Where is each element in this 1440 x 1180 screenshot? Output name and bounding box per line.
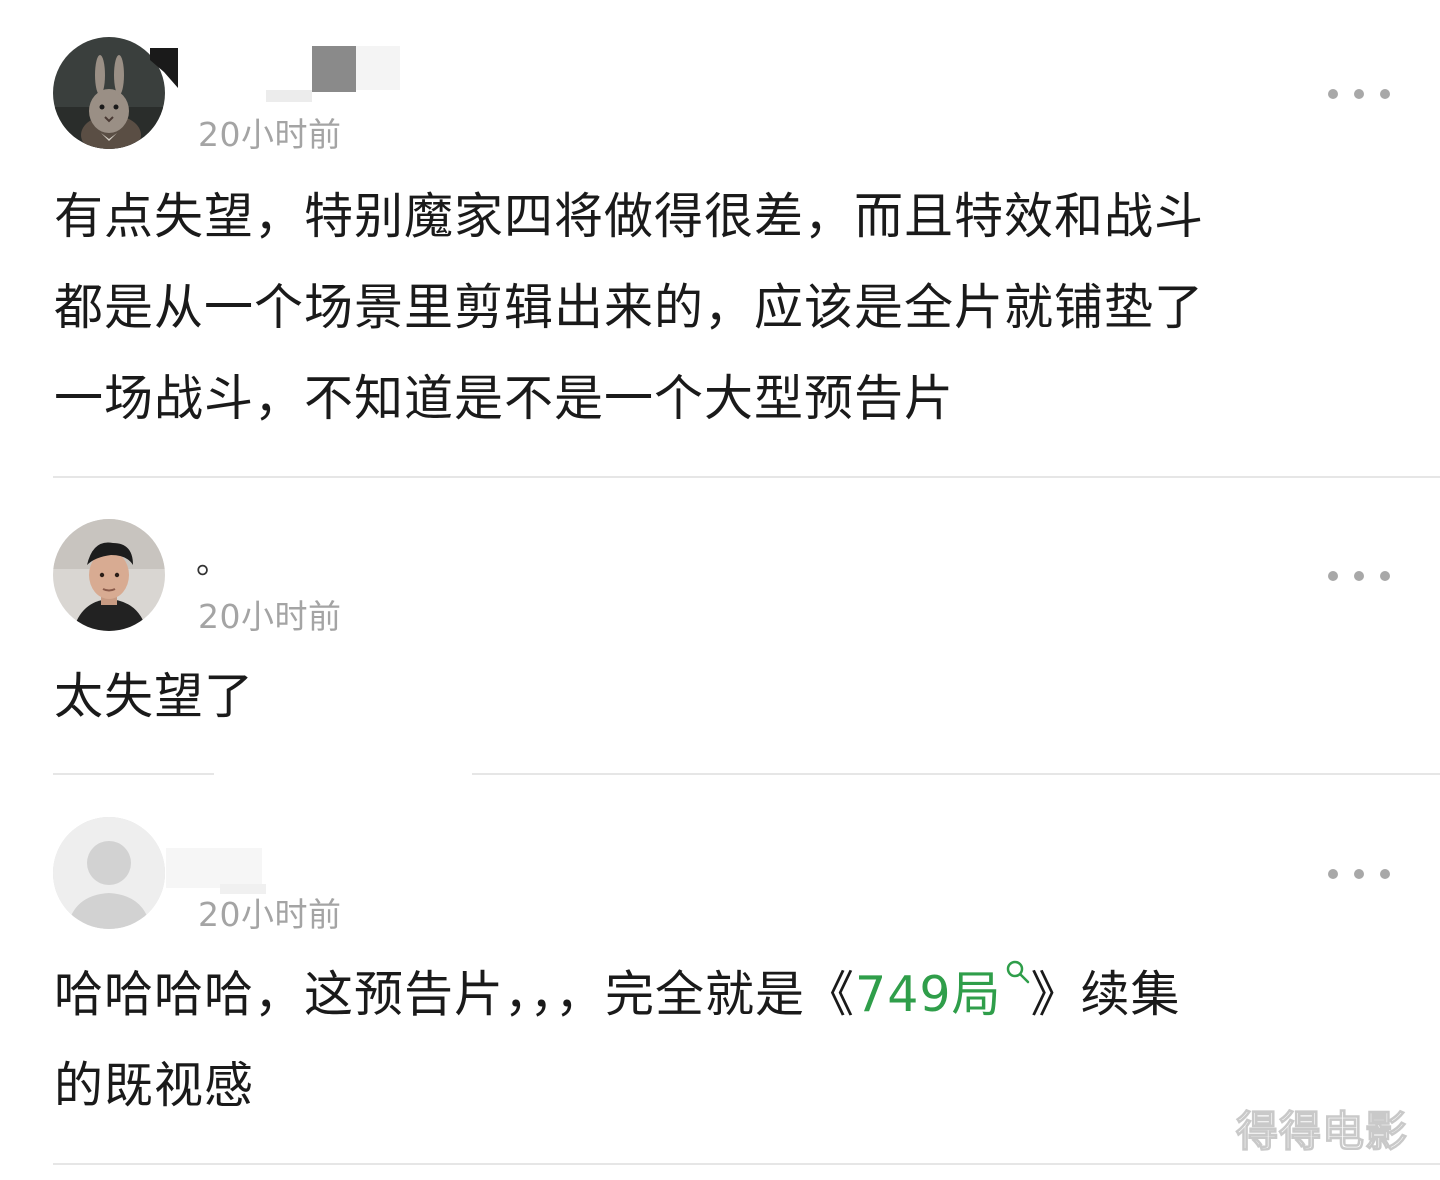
topic-link[interactable]: 749局 — [855, 960, 1031, 1023]
search-icon[interactable] — [1005, 959, 1031, 985]
divider-gap — [214, 770, 472, 778]
comment-text: 有点失望，特别魔家四将做得很差，而且特效和战斗 都是从一个场景里剪辑出来的，应该… — [54, 188, 1205, 427]
more-options-button[interactable] — [1328, 82, 1390, 106]
redacted-username — [266, 90, 312, 102]
redacted-username — [166, 848, 262, 888]
divider — [53, 1163, 1440, 1165]
portrait-avatar-image — [53, 519, 165, 631]
redacted-username — [220, 884, 266, 894]
avatar[interactable] — [53, 817, 165, 929]
more-horizontal-icon — [1328, 869, 1338, 879]
timestamp: 20小时前 — [198, 895, 342, 934]
more-options-button[interactable] — [1328, 862, 1390, 886]
more-options-button[interactable] — [1328, 564, 1390, 588]
redacted-username — [356, 46, 400, 90]
rabbit-avatar-image — [53, 37, 165, 149]
default-avatar-icon — [53, 817, 165, 929]
timestamp: 20小时前 — [198, 597, 342, 636]
comment-text: 哈哈哈哈，这预告片，，，完全就是《749局 》续集 的既视感 — [54, 949, 1374, 1131]
badge-icon — [150, 48, 178, 92]
avatar[interactable] — [53, 519, 165, 631]
comment-text-part: 哈哈哈哈，这预告片，，，完全就是《 — [54, 966, 856, 1023]
more-horizontal-icon — [1328, 571, 1338, 581]
timestamp: 20小时前 — [198, 115, 342, 154]
username[interactable]: 。 — [196, 534, 230, 583]
more-horizontal-icon — [1328, 89, 1338, 99]
redacted-username — [312, 46, 356, 92]
divider — [53, 476, 1440, 478]
comment-text: 太失望了 — [54, 668, 255, 725]
topic-link-label[interactable]: 749局 — [855, 966, 1002, 1023]
avatar[interactable] — [53, 37, 165, 149]
watermark: 得得电影 — [1235, 1106, 1409, 1156]
